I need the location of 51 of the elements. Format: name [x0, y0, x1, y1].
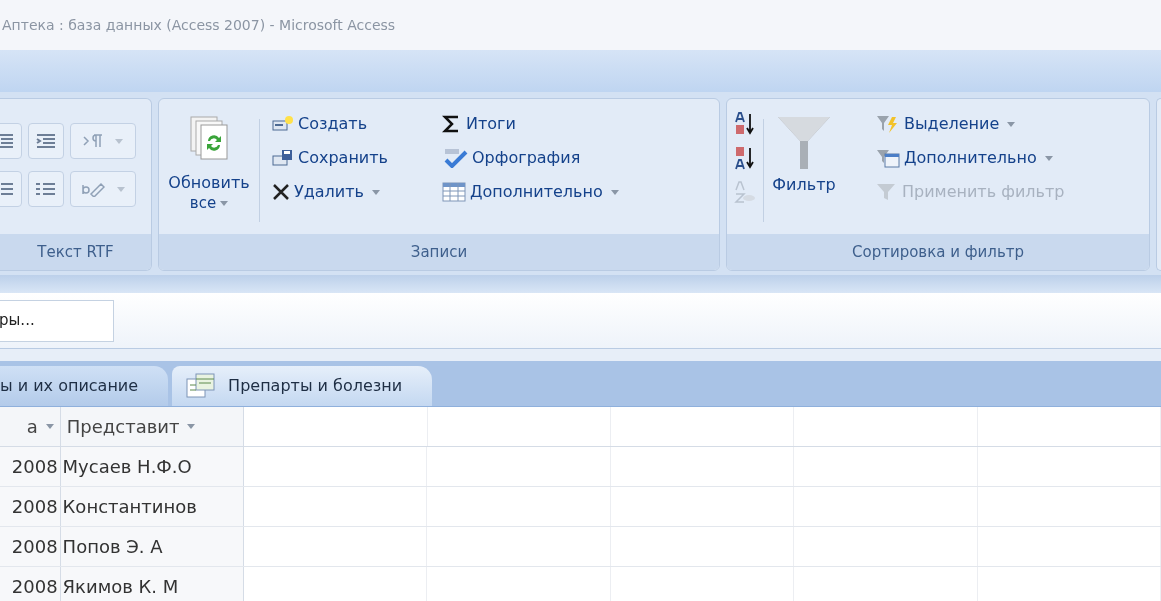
filter-bolt-icon [876, 114, 900, 134]
group-label: Записи [410, 241, 468, 263]
ribbon-button[interactable]: Итоги [438, 107, 623, 141]
paragraph-direction-button[interactable] [70, 123, 136, 159]
highlighter-icon [81, 181, 105, 197]
document-tab[interactable]: ы и их описание [0, 366, 169, 406]
document-tab[interactable]: Препарты и болезни [172, 366, 433, 406]
refresh-all-button[interactable]: Обновить все [159, 107, 259, 234]
window-title: Аптека : база данных (Access 2007) - Microsoft Access [2, 15, 396, 35]
filter-window-icon [876, 148, 900, 168]
filter-button[interactable]: Фильтр [764, 107, 844, 234]
highlight-color-button[interactable] [70, 171, 136, 207]
table-cell-text: Якимов К. М [62, 575, 179, 599]
spell-check-icon [442, 148, 468, 168]
ribbon-button[interactable]: Выделение [872, 107, 1069, 141]
table-cell-text: 2008 [11, 575, 58, 599]
refresh-documents-icon [189, 115, 229, 163]
ribbon-button[interactable]: Дополнительно [872, 141, 1069, 175]
caret-icon [372, 189, 380, 195]
group-label: Сортировка и фильтр [852, 241, 1024, 263]
caret-icon [187, 424, 196, 429]
table-cell-text: 2008 [11, 495, 58, 519]
ribbon-button[interactable]: Сохранить [268, 141, 430, 175]
caret-icon [115, 138, 123, 144]
table-cell-text: 2008 [11, 535, 58, 559]
new-record-icon [272, 115, 294, 133]
delete-icon [272, 183, 290, 201]
save-record-icon [272, 149, 294, 167]
form-icon [186, 373, 217, 399]
column-header[interactable]: а [0, 407, 61, 446]
table-cell-text: Попов Э. А [62, 535, 163, 559]
pilcrow-icon [83, 134, 103, 148]
indent-icon[interactable] [28, 123, 64, 159]
filter-icon [876, 182, 898, 202]
caret-icon [220, 201, 229, 206]
numbered-list-icon[interactable] [28, 171, 64, 207]
caret-icon [45, 424, 54, 429]
caret-icon [610, 189, 619, 195]
table-cell-text: Константинов [62, 495, 197, 519]
ribbon-button[interactable]: Дополнительно [438, 175, 623, 209]
ribbon-button[interactable]: Орфография [438, 141, 623, 175]
ribbon-button[interactable]: Удалить [268, 175, 430, 209]
table-cell-text: 2008 [11, 455, 58, 479]
caret-icon [1044, 155, 1053, 161]
search-field[interactable]: ры... [0, 299, 114, 342]
ribbon-button[interactable]: Создать [268, 107, 430, 141]
caret-icon [1007, 121, 1016, 127]
caret-icon [117, 186, 125, 192]
group-label: Текст RTF [37, 241, 114, 263]
table-grid-icon [442, 182, 466, 202]
table-cell-text: Мусаев Н.Ф.О [62, 455, 192, 479]
